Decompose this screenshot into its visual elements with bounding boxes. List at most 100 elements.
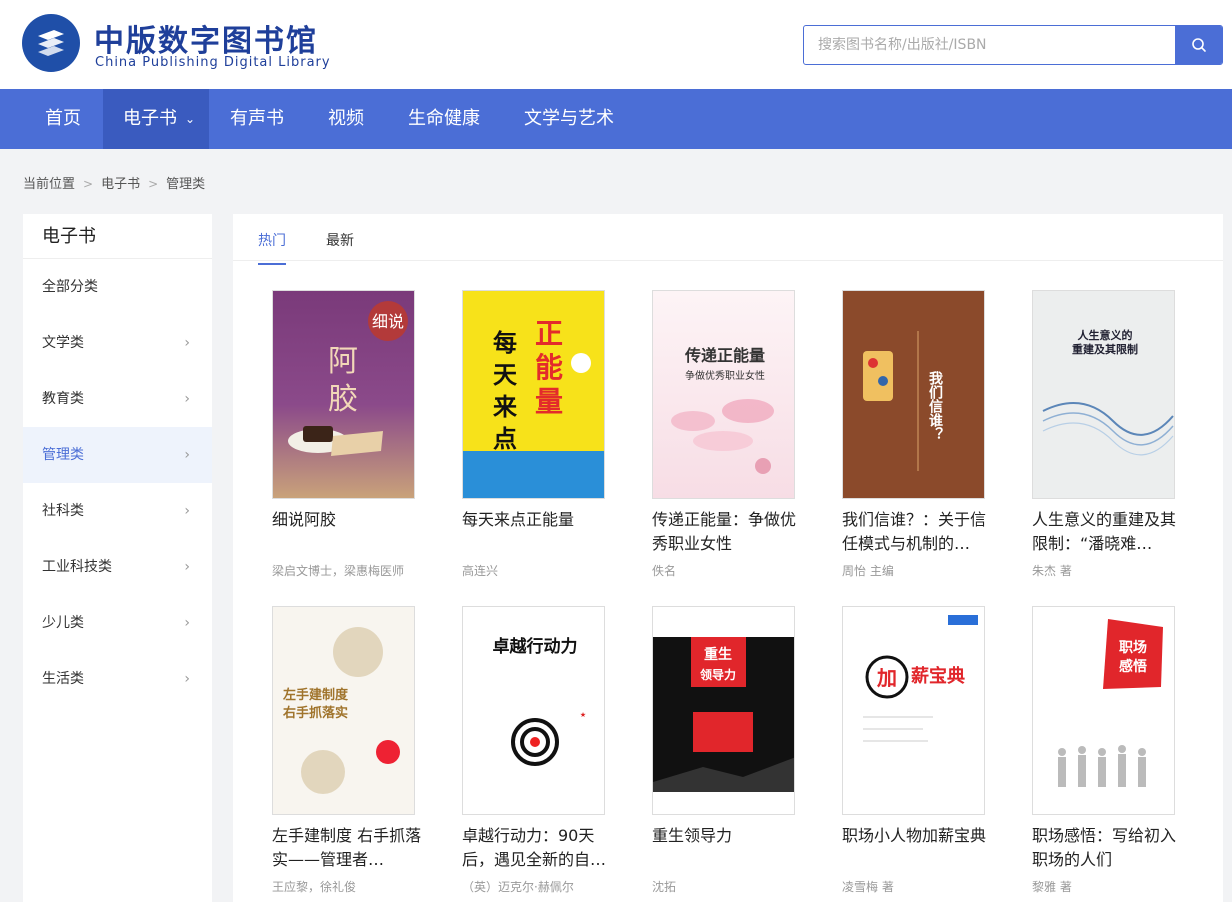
book-title[interactable]: 每天来点正能量 (462, 508, 617, 532)
search-input[interactable] (804, 26, 1176, 64)
svg-text:薪宝典: 薪宝典 (911, 665, 965, 687)
book-title[interactable]: 细说阿胶 (272, 508, 427, 532)
chevron-right-icon: › (184, 391, 190, 407)
chevron-right-icon: › (184, 615, 190, 631)
book-title[interactable]: 重生领导力 (652, 824, 807, 848)
book-author: 朱杰 著 (1032, 564, 1072, 578)
chevron-right-icon: › (184, 671, 190, 687)
book-author: 梁启文博士，梁惠梅医师 (272, 564, 405, 578)
svg-text:我们信谁？: 我们信谁？ (927, 371, 943, 441)
book-author: 王应黎，徐礼俊 (272, 880, 357, 894)
nav-item-label: 生命健康 (408, 108, 480, 129)
nav-item-literature-art[interactable]: 文学与艺术 (504, 89, 634, 149)
nav-item-home[interactable]: 首页 (25, 89, 101, 149)
svg-text:加: 加 (876, 666, 897, 690)
book-cover[interactable]: 卓越行动力 ★ (462, 606, 605, 815)
sidebar-item-label: 生活类 (42, 671, 84, 687)
svg-text:能: 能 (535, 351, 563, 384)
book-cover[interactable]: 重生 领导力 (652, 606, 795, 815)
nav-item-video[interactable]: 视频 (308, 89, 384, 149)
chevron-right-icon: › (184, 559, 190, 575)
sidebar-item-children[interactable]: 少儿类 › (23, 595, 212, 651)
chevron-right-icon: › (184, 447, 190, 463)
site-logo[interactable]: 中版数字图书馆 China Publishing Digital Library (22, 14, 342, 76)
breadcrumb-ebook[interactable]: 电子书 (101, 173, 140, 192)
main-nav: 首页 电子书 ⌄ 有声书 视频 生命健康 文学与艺术 (0, 89, 1232, 149)
book-list-panel: 热门 最新 细说 阿 胶 细说阿胶 梁启文博士，梁惠梅医师 每 天 来 点 正 … (233, 214, 1223, 902)
sidebar-item-label: 文学类 (42, 335, 84, 351)
sidebar-item-industry-tech[interactable]: 工业科技类 › (23, 539, 212, 595)
category-sidebar: 电子书 全部分类 文学类 › 教育类 › 管理类 › 社科类 › 工业科技类 › 少儿类 ›… (23, 214, 212, 902)
book-author: 凌雪梅 著 (842, 880, 894, 894)
svg-text:重建及其限制: 重建及其限制 (1072, 342, 1138, 356)
svg-text:卓越行动力: 卓越行动力 (493, 636, 578, 657)
svg-text:★: ★ (580, 711, 586, 719)
svg-text:正: 正 (535, 317, 563, 350)
book-author: 沈拓 (652, 880, 677, 894)
sidebar-item-label: 少儿类 (42, 615, 84, 631)
sidebar-item-management[interactable]: 管理类 › (23, 427, 212, 483)
svg-text:重生: 重生 (704, 646, 732, 663)
tab-popular[interactable]: 热门 (258, 230, 286, 265)
svg-text:传递正能量: 传递正能量 (684, 346, 765, 365)
nav-item-label: 文学与艺术 (524, 108, 614, 129)
svg-text:天: 天 (493, 361, 517, 389)
svg-text:领导力: 领导力 (700, 667, 736, 682)
sidebar-item-literature[interactable]: 文学类 › (23, 315, 212, 371)
book-author: 高连兴 (462, 564, 499, 578)
sidebar-item-label: 管理类 (42, 447, 84, 463)
book-title[interactable]: 传递正能量：争做优秀职业女性 (652, 508, 807, 556)
book-author: 周怡 主编 (842, 564, 894, 578)
book-title[interactable]: 职场感悟：写给初入职场的人们 (1032, 824, 1187, 872)
svg-text:感悟: 感悟 (1119, 658, 1147, 675)
book-cover-text: 细说 (372, 312, 404, 331)
book-title[interactable]: 卓越行动力：90天后，遇见全新的自… (462, 824, 617, 872)
book-cover[interactable]: 我们信谁？ (842, 290, 985, 499)
book-cover[interactable]: 细说 阿 胶 (272, 290, 415, 499)
sidebar-item-all[interactable]: 全部分类 (23, 259, 212, 315)
tab-latest[interactable]: 最新 (326, 230, 354, 263)
book-title[interactable]: 左手建制度 右手抓落实——管理者… (272, 824, 427, 872)
nav-item-health[interactable]: 生命健康 (388, 89, 500, 149)
breadcrumb-management: 管理类 (166, 177, 206, 192)
nav-item-audiobook[interactable]: 有声书 (210, 89, 304, 149)
svg-text:阿: 阿 (328, 344, 358, 379)
breadcrumb: 当前位置 > 电子书 > 管理类 (23, 173, 205, 192)
book-cover[interactable]: 传递正能量 争做优秀职业女性 (652, 290, 795, 499)
svg-text:胶: 胶 (328, 382, 358, 417)
svg-text:右手抓落实: 右手抓落实 (282, 705, 348, 721)
svg-text:点: 点 (493, 425, 517, 453)
search-icon (1191, 38, 1206, 52)
chevron-right-icon: > (148, 177, 159, 191)
book-cover[interactable]: 加 薪宝典 (842, 606, 985, 815)
nav-item-label: 电子书 (123, 108, 177, 129)
book-cover[interactable]: 左手建制度 右手抓落实 (272, 606, 415, 815)
book-title[interactable]: 职场小人物加薪宝典 (842, 824, 997, 848)
search-button[interactable] (1175, 26, 1222, 64)
chevron-right-icon: › (184, 503, 190, 519)
sidebar-item-education[interactable]: 教育类 › (23, 371, 212, 427)
nav-item-ebook[interactable]: 电子书 ⌄ (103, 89, 209, 149)
nav-item-label: 视频 (328, 108, 364, 129)
book-cover[interactable]: 每 天 来 点 正 能 量 (462, 290, 605, 499)
logo-chinese-name: 中版数字图书馆 (94, 24, 318, 59)
svg-text:人生意义的: 人生意义的 (1078, 328, 1133, 342)
book-cover[interactable]: 人生意义的 重建及其限制 (1032, 290, 1175, 499)
nav-item-label: 有声书 (230, 108, 284, 129)
chevron-right-icon: › (184, 335, 190, 351)
sidebar-item-label: 全部分类 (42, 279, 98, 295)
header: 中版数字图书馆 China Publishing Digital Library (0, 0, 1232, 89)
search-box (803, 25, 1223, 65)
book-author: 黎雅 著 (1032, 880, 1072, 894)
book-title[interactable]: 人生意义的重建及其限制：“潘晓难… (1032, 508, 1187, 556)
svg-text:量: 量 (535, 385, 563, 418)
svg-text:左手建制度: 左手建制度 (283, 687, 349, 703)
sidebar-item-label: 教育类 (42, 391, 84, 407)
book-title[interactable]: 我们信谁？：关于信任模式与机制的… (842, 508, 997, 556)
svg-text:每: 每 (493, 329, 517, 357)
sidebar-title: 电子书 (23, 214, 212, 259)
sidebar-item-life[interactable]: 生活类 › (23, 651, 212, 707)
svg-text:职场: 职场 (1119, 640, 1147, 656)
sidebar-item-social-science[interactable]: 社科类 › (23, 483, 212, 539)
book-cover[interactable]: 职场 感悟 (1032, 606, 1175, 815)
